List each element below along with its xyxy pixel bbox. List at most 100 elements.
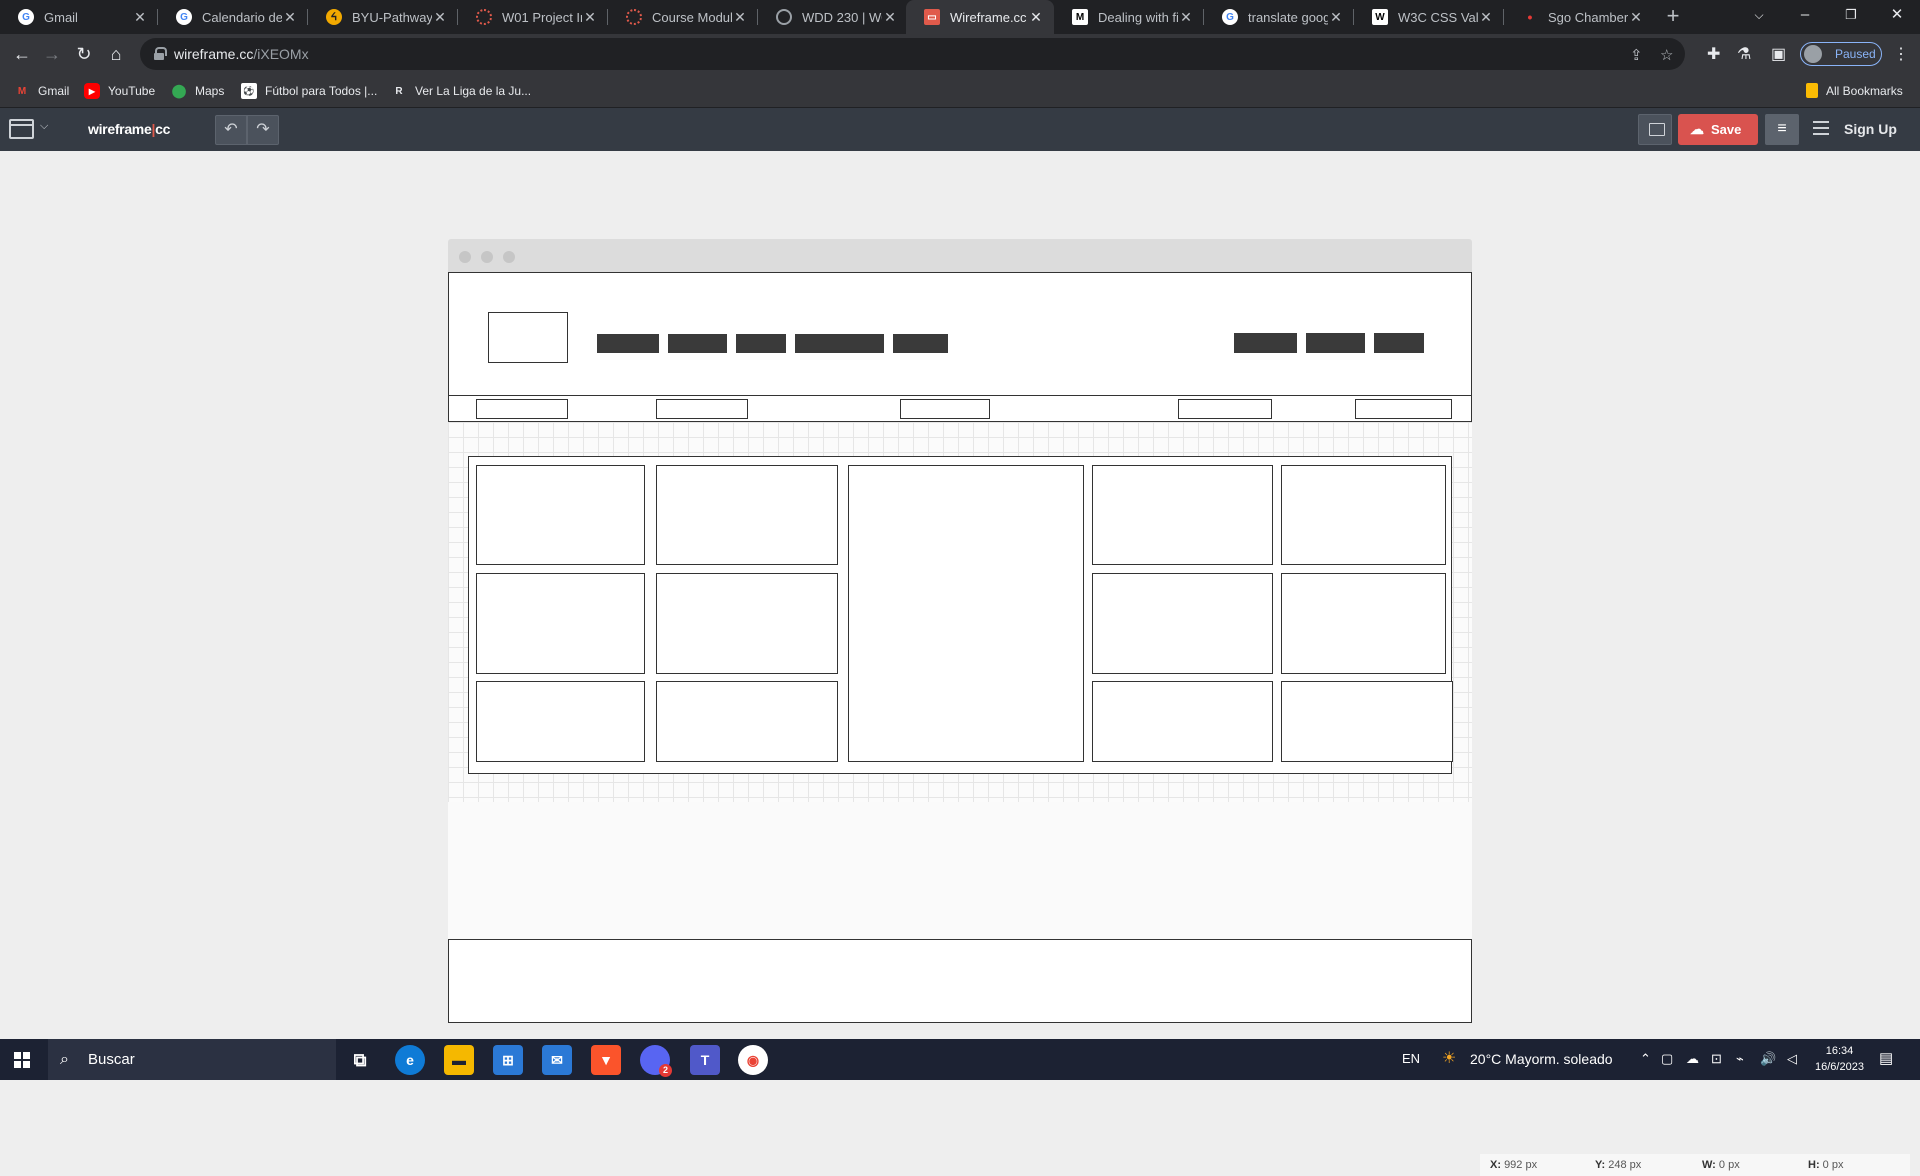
address-bar[interactable]: wireframe.cc/iXEOMx ⇪ ☆: [140, 38, 1685, 70]
wf-card-tall[interactable]: [848, 465, 1084, 762]
wf-card[interactable]: [476, 681, 645, 762]
wf-nav-item-right[interactable]: [1306, 333, 1365, 353]
onedrive-icon[interactable]: ☁: [1686, 1051, 1699, 1067]
close-icon[interactable]: ✕: [1628, 9, 1644, 26]
close-icon[interactable]: ✕: [432, 9, 448, 26]
wf-card[interactable]: [476, 573, 645, 674]
wf-logo-box[interactable]: [488, 312, 568, 363]
chevron-down-icon[interactable]: ⌵: [40, 120, 48, 133]
share-icon[interactable]: ⇪: [1630, 46, 1643, 64]
wf-card[interactable]: [656, 465, 838, 565]
system-clock[interactable]: 16:34 16/6/2023: [1815, 1043, 1864, 1075]
new-tab-button[interactable]: +: [1660, 4, 1686, 30]
wf-subnav-box[interactable]: [1178, 399, 1272, 419]
tab-wireframe[interactable]: ▭ Wireframe.cc – U ✕: [906, 0, 1054, 34]
forward-button[interactable]: →: [38, 40, 66, 68]
close-icon[interactable]: ✕: [282, 9, 298, 26]
wf-card[interactable]: [1281, 681, 1453, 762]
bookmark-maps[interactable]: ⬤ Maps: [171, 83, 225, 99]
chrome-icon[interactable]: ◉: [738, 1045, 768, 1075]
close-icon[interactable]: ✕: [882, 9, 898, 26]
profile-button[interactable]: Paused: [1800, 42, 1882, 66]
tab-search-icon[interactable]: ⌵: [1736, 0, 1782, 34]
back-button[interactable]: ←: [8, 40, 36, 68]
tab-byu-pathway[interactable]: ᔦ BYU-Pathway Po ✕: [308, 0, 458, 34]
wf-subnav-box[interactable]: [476, 399, 568, 419]
lab-flask-icon[interactable]: ⚗: [1737, 44, 1751, 64]
extensions-icon[interactable]: ✚: [1707, 44, 1720, 64]
wf-card[interactable]: [1281, 573, 1446, 674]
close-icon[interactable]: ✕: [1328, 9, 1344, 26]
file-explorer-icon[interactable]: ▬: [444, 1045, 474, 1075]
wf-nav-item-right[interactable]: [1374, 333, 1424, 353]
close-icon[interactable]: ✕: [732, 9, 748, 26]
volume-icon[interactable]: 🔊: [1760, 1051, 1776, 1067]
network-icon[interactable]: ⌁: [1736, 1051, 1744, 1067]
bookmark-la-liga[interactable]: R Ver La Liga de la Ju...: [391, 83, 531, 99]
mail-icon[interactable]: ✉: [542, 1045, 572, 1075]
save-button[interactable]: ☁ Save: [1678, 114, 1758, 145]
home-button[interactable]: ⌂: [102, 40, 130, 68]
tab-dealing-with-file[interactable]: M Dealing with file ✕: [1054, 0, 1204, 34]
restore-button[interactable]: ❐: [1828, 0, 1874, 34]
language-indicator[interactable]: EN: [1402, 1051, 1420, 1066]
wf-card[interactable]: [1281, 465, 1446, 565]
sign-up-link[interactable]: Sign Up: [1844, 121, 1897, 137]
wf-card[interactable]: [476, 465, 645, 565]
menu-kebab-icon[interactable]: ⋮: [1893, 44, 1909, 64]
wf-nav-item-right[interactable]: [1234, 333, 1297, 353]
tab-course-modules[interactable]: Course Modules ✕: [608, 0, 758, 34]
tab-w3c-css[interactable]: W W3C CSS Valida ✕: [1354, 0, 1504, 34]
wf-nav-item[interactable]: [668, 334, 727, 353]
wf-subnav-box[interactable]: [656, 399, 748, 419]
tab-calendario[interactable]: G Calendario de G ✕: [158, 0, 308, 34]
bookmark-star-icon[interactable]: ☆: [1660, 46, 1673, 64]
tab-gmail[interactable]: G Gmail ✕: [0, 0, 158, 34]
wf-nav-item[interactable]: [893, 334, 948, 353]
bookmark-youtube[interactable]: ▶ YouTube: [84, 83, 155, 99]
tab-wdd230[interactable]: WDD 230 | W01 ✕: [758, 0, 908, 34]
tab-sgo-chamber[interactable]: • Sgo Chamber ✕: [1504, 0, 1654, 34]
discord-icon[interactable]: 2: [640, 1045, 672, 1077]
reload-button[interactable]: ↻: [70, 40, 98, 68]
windows-start-icon[interactable]: [14, 1052, 30, 1068]
wf-card[interactable]: [1092, 573, 1273, 674]
wf-card[interactable]: [656, 681, 838, 762]
wf-card[interactable]: [656, 573, 838, 674]
bookmark-gmail[interactable]: M Gmail: [14, 83, 70, 99]
hamburger-menu-icon[interactable]: [1813, 121, 1829, 135]
edge-icon[interactable]: e: [395, 1045, 425, 1075]
minimize-button[interactable]: –: [1782, 0, 1828, 34]
bookmark-futbol[interactable]: ⚽ Fútbol para Todos |...: [241, 83, 377, 99]
speaker-icon[interactable]: ◁: [1787, 1051, 1797, 1067]
undo-button[interactable]: ↶: [215, 115, 247, 145]
all-bookmarks[interactable]: All Bookmarks: [1806, 83, 1903, 98]
wf-nav-item[interactable]: [795, 334, 884, 353]
app-logo[interactable]: wireframe|cc: [88, 121, 170, 137]
tab-translate-google[interactable]: G translate google ✕: [1204, 0, 1354, 34]
task-view-icon[interactable]: ⧉: [345, 1045, 375, 1075]
side-panel-icon[interactable]: ▣: [1771, 44, 1786, 64]
device-icon[interactable]: ⊡: [1711, 1051, 1722, 1067]
wireframe-page[interactable]: [448, 272, 1472, 1023]
close-icon[interactable]: ✕: [1478, 9, 1494, 26]
tray-chevron-icon[interactable]: ⌃: [1640, 1051, 1651, 1067]
wf-card[interactable]: [1092, 465, 1273, 565]
weather-text[interactable]: 20°C Mayorm. soleado: [1470, 1051, 1613, 1067]
canvas-area[interactable]: X: 992 px Y: 248 px W: 0 px H: 0 px: [0, 151, 1920, 1176]
settings-sliders-button[interactable]: ≡: [1765, 114, 1799, 145]
close-icon[interactable]: ✕: [1028, 9, 1044, 26]
browser-window-icon[interactable]: [9, 119, 34, 139]
wf-subnav-box[interactable]: [900, 399, 990, 419]
wf-nav-item[interactable]: [597, 334, 659, 353]
meet-now-icon[interactable]: ▢: [1661, 1051, 1673, 1067]
close-icon[interactable]: ✕: [132, 9, 148, 26]
comment-button[interactable]: [1638, 114, 1672, 145]
wf-card[interactable]: [1092, 681, 1273, 762]
close-icon[interactable]: ✕: [1178, 9, 1194, 26]
notifications-icon[interactable]: ▤: [1879, 1049, 1893, 1067]
redo-button[interactable]: ↷: [247, 115, 279, 145]
brave-icon[interactable]: ▼: [591, 1045, 621, 1075]
teams-icon[interactable]: T: [690, 1045, 720, 1075]
wf-footer[interactable]: [448, 939, 1472, 1023]
